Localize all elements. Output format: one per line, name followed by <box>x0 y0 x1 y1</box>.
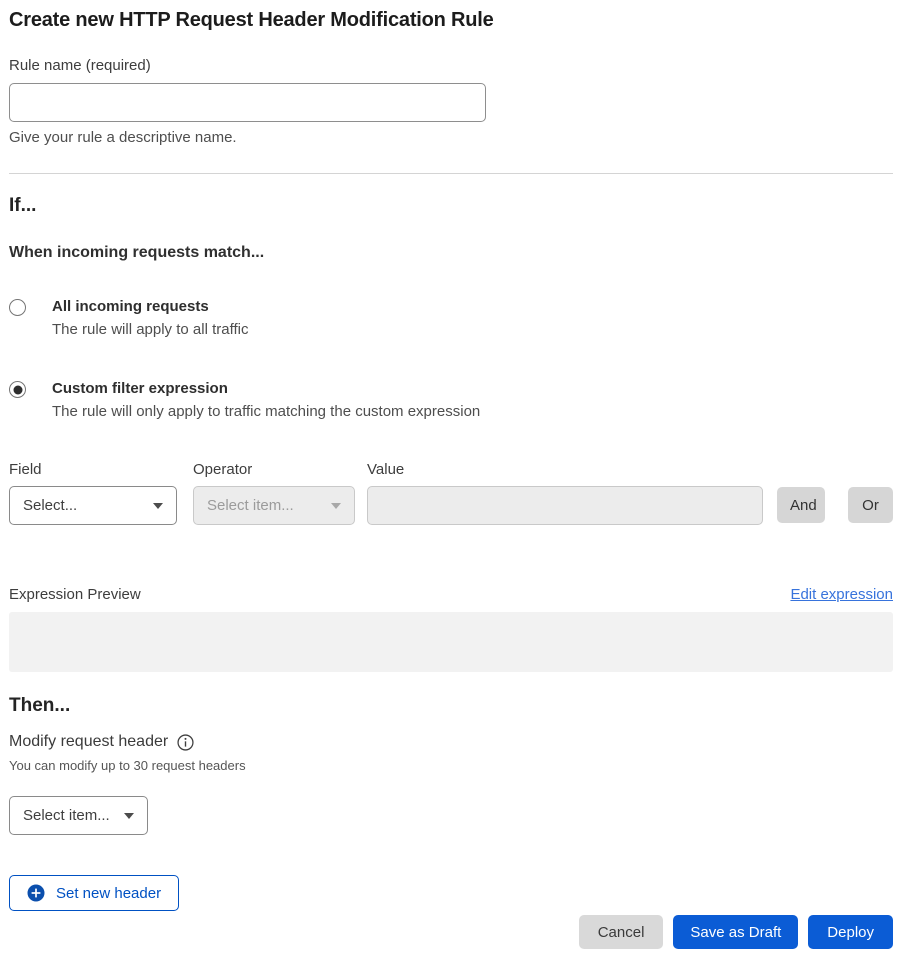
radio-option-custom-filter[interactable]: Custom filter expression The rule will o… <box>9 380 893 420</box>
radio-all-incoming-description: The rule will apply to all traffic <box>52 321 248 338</box>
operator-select-value: Select item... <box>207 497 294 514</box>
footer-actions: Cancel Save as Draft Deploy <box>9 915 893 949</box>
connector-buttons: And Or <box>777 487 893 523</box>
expression-preview-label: Expression Preview <box>9 586 141 603</box>
set-new-header-label: Set new header <box>56 885 161 902</box>
set-new-header-button[interactable]: Set new header <box>9 875 179 911</box>
operator-select[interactable]: Select item... <box>193 486 355 525</box>
chevron-down-icon <box>331 503 341 509</box>
match-subheading: When incoming requests match... <box>9 244 893 262</box>
chevron-down-icon <box>124 813 134 819</box>
field-select[interactable]: Select... <box>9 486 177 525</box>
create-rule-form: Create new HTTP Request Header Modificat… <box>9 0 893 949</box>
or-button[interactable]: Or <box>848 487 893 523</box>
save-as-draft-button[interactable]: Save as Draft <box>673 915 798 949</box>
chevron-down-icon <box>153 503 163 509</box>
radio-custom-filter[interactable] <box>9 381 26 398</box>
modify-header-label: Modify request header <box>9 733 168 751</box>
expression-builder-row: Field Select... Operator Select item... … <box>9 461 893 525</box>
deploy-button[interactable]: Deploy <box>808 915 893 949</box>
radio-all-incoming-label: All incoming requests <box>52 298 248 315</box>
rule-name-input[interactable] <box>9 83 486 122</box>
page-title: Create new HTTP Request Header Modificat… <box>9 9 893 32</box>
radio-custom-filter-label: Custom filter expression <box>52 380 480 397</box>
rule-name-help: Give your rule a descriptive name. <box>9 129 893 146</box>
modify-header-help: You can modify up to 30 request headers <box>9 758 893 773</box>
value-input[interactable] <box>367 486 763 525</box>
section-divider <box>9 173 893 174</box>
field-label: Field <box>9 461 177 478</box>
radio-custom-filter-description: The rule will only apply to traffic matc… <box>52 403 480 420</box>
radio-all-incoming[interactable] <box>9 299 26 316</box>
header-item-select-value: Select item... <box>23 807 110 824</box>
then-heading: Then... <box>9 695 893 717</box>
edit-expression-link[interactable]: Edit expression <box>790 586 893 603</box>
radio-option-all-incoming[interactable]: All incoming requests The rule will appl… <box>9 298 893 338</box>
cancel-button[interactable]: Cancel <box>579 915 664 949</box>
rule-name-label: Rule name (required) <box>9 57 893 74</box>
and-button[interactable]: And <box>777 487 825 523</box>
value-label: Value <box>367 461 763 478</box>
plus-circle-icon <box>27 884 45 902</box>
if-heading: If... <box>9 195 893 217</box>
field-select-value: Select... <box>23 497 77 514</box>
operator-label: Operator <box>193 461 355 478</box>
header-item-select[interactable]: Select item... <box>9 796 148 835</box>
expression-preview-box <box>9 612 893 672</box>
info-icon[interactable] <box>177 734 194 751</box>
